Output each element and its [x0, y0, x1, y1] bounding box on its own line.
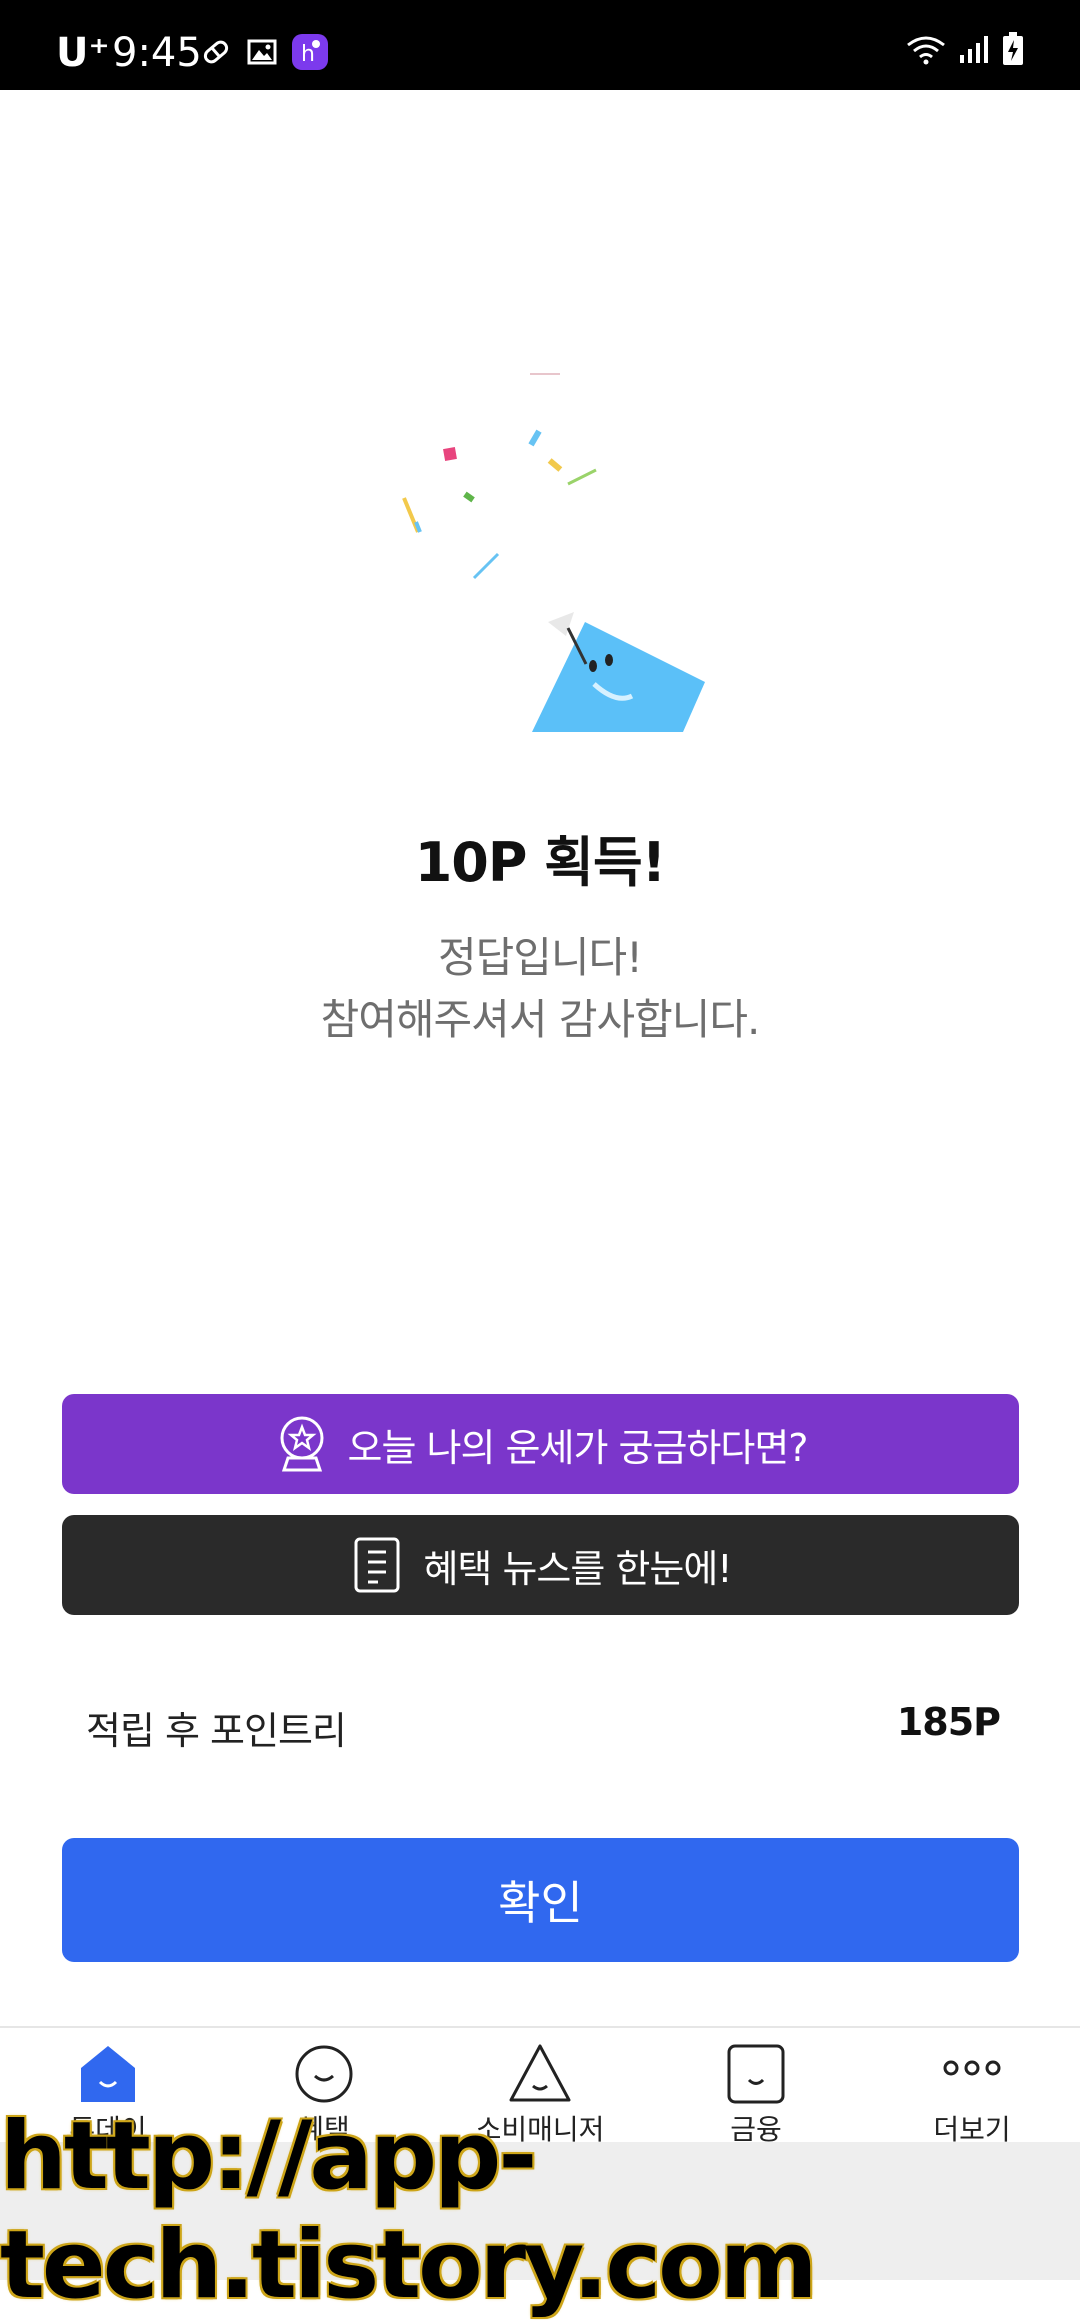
watermark-banner: http://app-tech.tistory.com — [0, 2102, 1080, 2320]
smile-circle-icon — [289, 2040, 359, 2106]
status-bar: U⁺ 9:45 h — [0, 0, 1080, 90]
battery-icon — [1002, 32, 1024, 70]
notification-icons: h — [200, 34, 328, 74]
home-icon — [73, 2040, 143, 2106]
carrier-label: U⁺ — [56, 30, 110, 76]
pill-icon — [200, 36, 232, 72]
square-face-icon — [721, 2040, 791, 2106]
correct-answer-message: 정답입니다! — [437, 933, 643, 982]
celebration-illustration — [380, 360, 720, 740]
reward-title: 10P 획득! — [414, 831, 667, 894]
thanks-message: 참여해주셔서 감사합니다. — [320, 995, 761, 1044]
points-balance-value: 185P — [896, 1700, 1001, 1744]
document-list-icon — [349, 1537, 405, 1593]
fortune-banner-button[interactable]: 오늘 나의 운세가 궁금하다면? — [62, 1394, 1019, 1494]
fortune-banner-label: 오늘 나의 운세가 궁금하다면? — [347, 1425, 809, 1470]
news-banner-label: 혜택 뉴스를 한눈에! — [423, 1546, 732, 1591]
crystal-ball-icon — [274, 1416, 330, 1472]
image-icon — [246, 36, 278, 72]
signal-icon — [958, 33, 992, 69]
more-dots-icon — [937, 2040, 1007, 2106]
benefit-news-banner-button[interactable]: 혜택 뉴스를 한눈에! — [62, 1515, 1019, 1615]
wifi-icon — [904, 33, 948, 69]
system-icons — [904, 32, 1024, 70]
points-balance-label: 적립 후 포인트리 — [86, 1709, 347, 1753]
app-notification-icon: h — [292, 34, 328, 74]
points-balance-row: 적립 후 포인트리 185P — [86, 1700, 1001, 1760]
status-time: 9:45 — [112, 30, 202, 76]
triangle-face-icon — [505, 2040, 575, 2106]
confirm-button[interactable]: 확인 — [62, 1838, 1019, 1962]
